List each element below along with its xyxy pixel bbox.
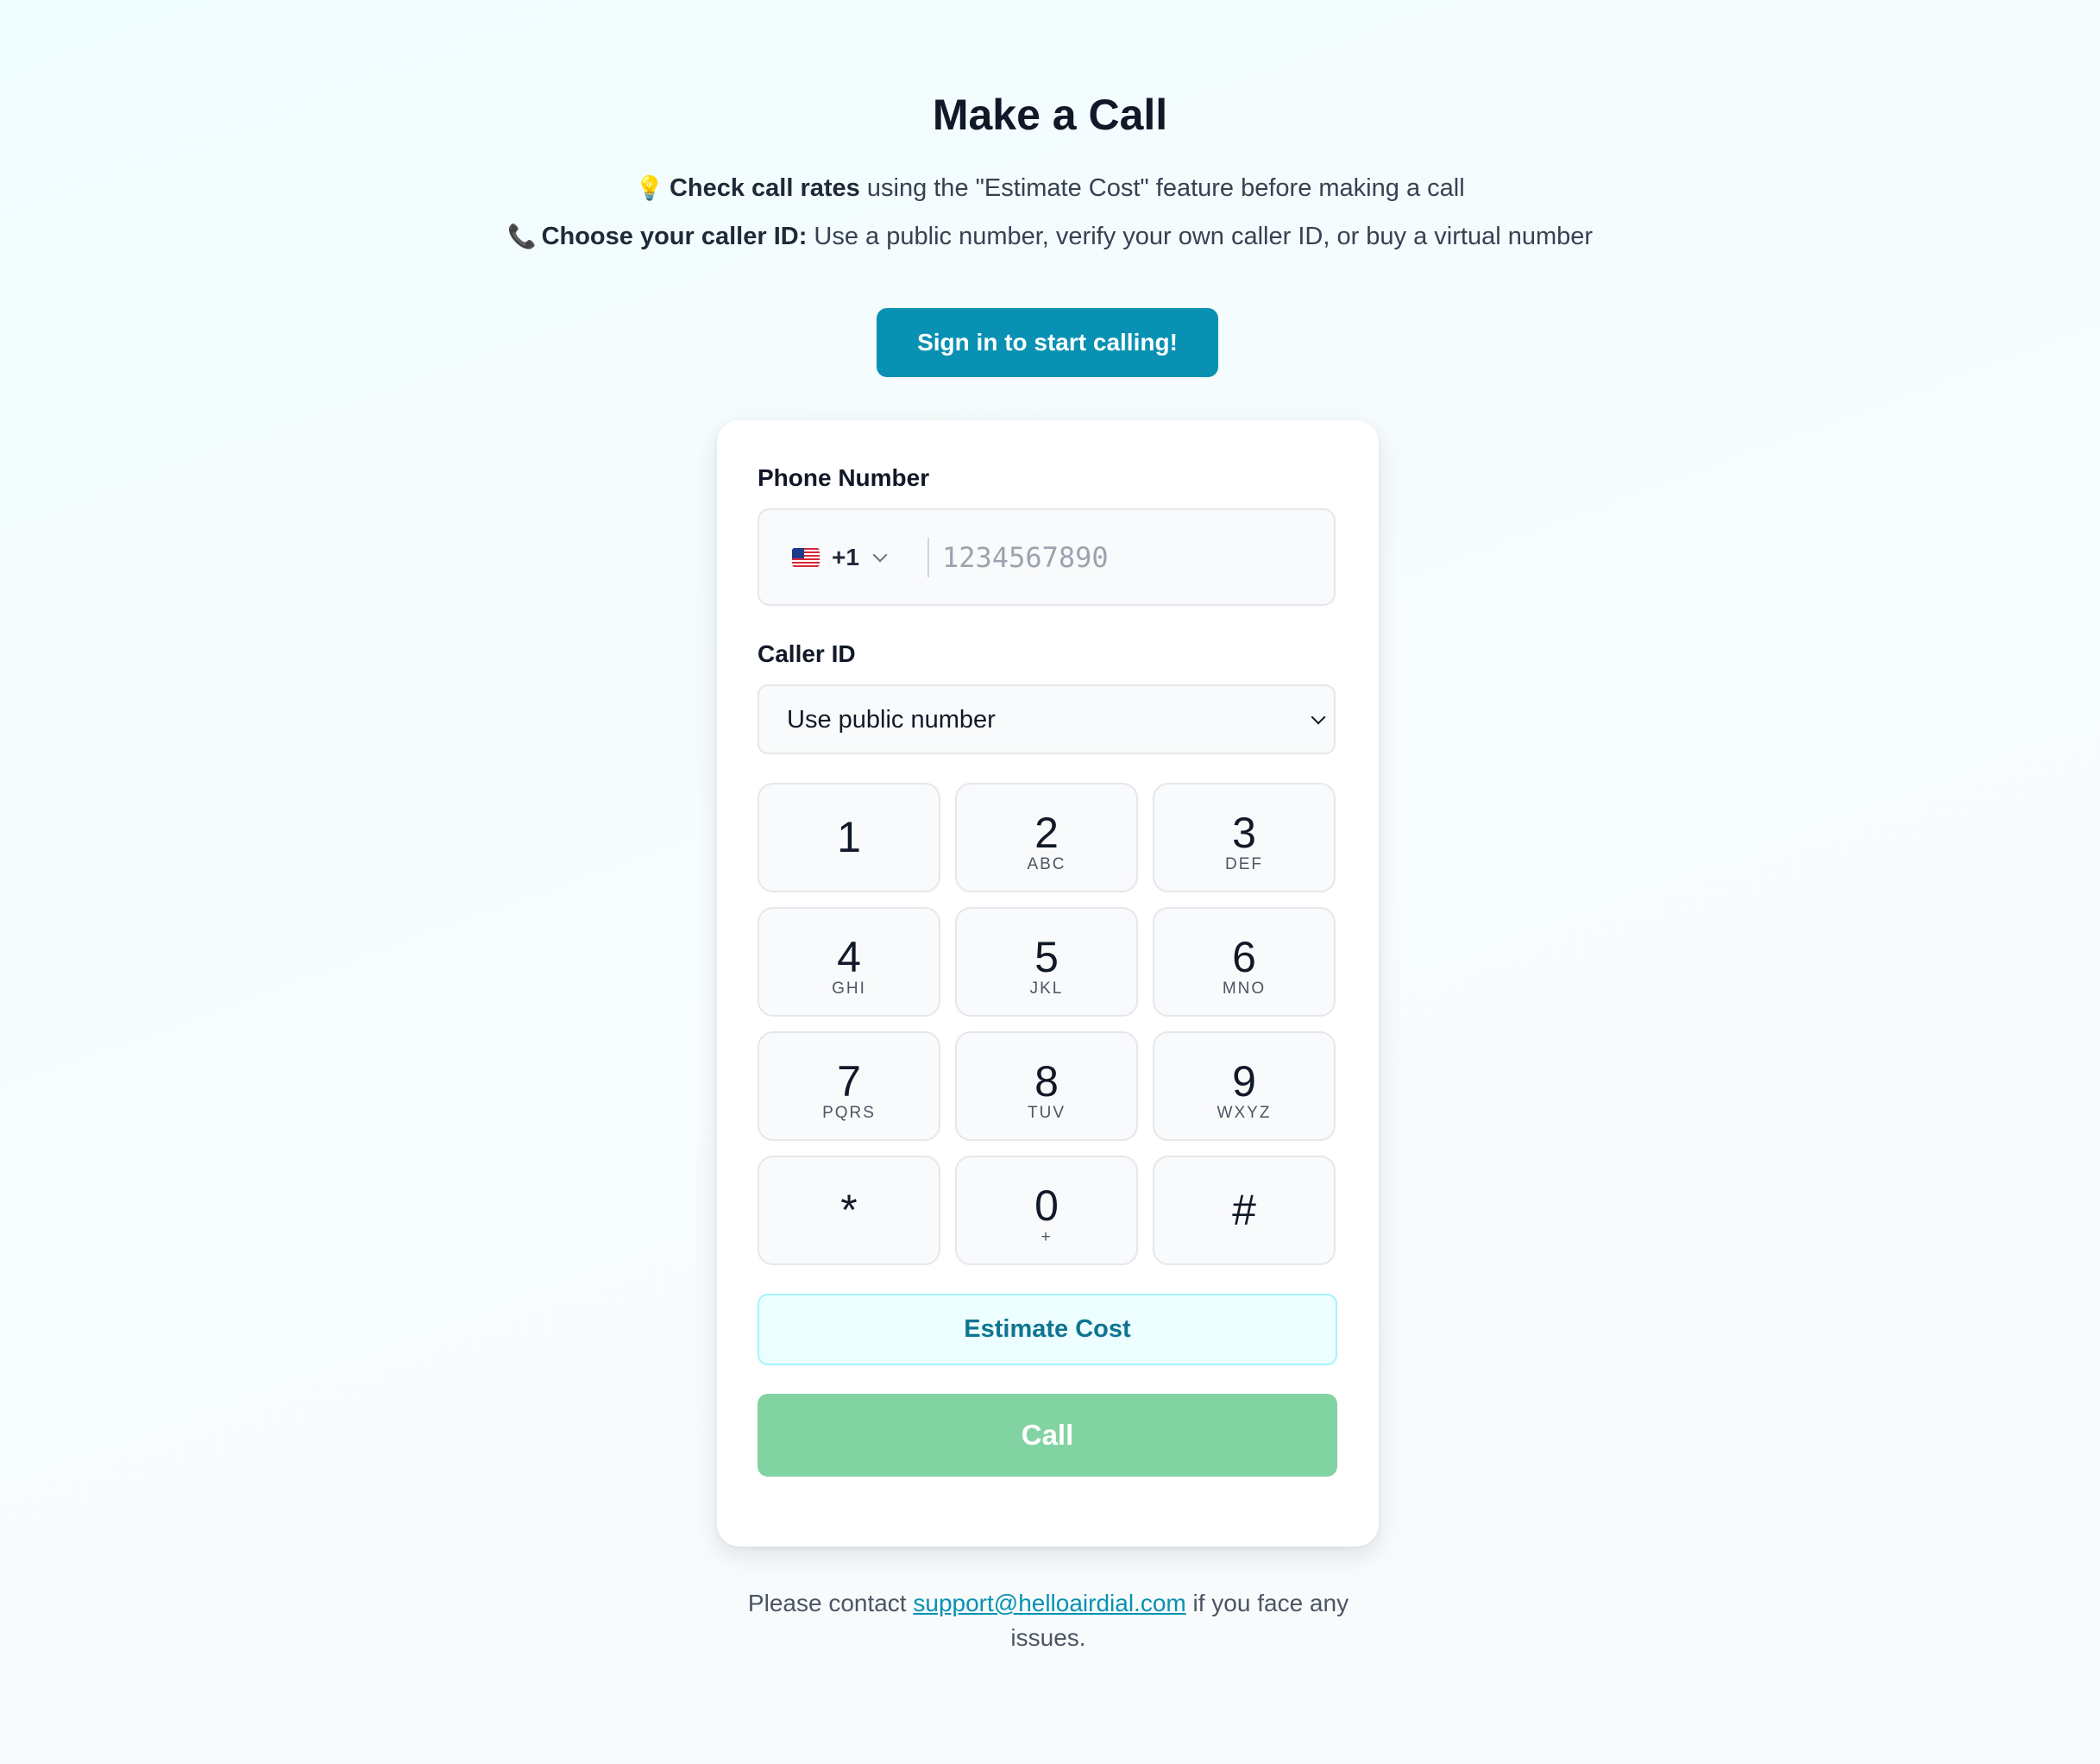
sign-in-button[interactable]: Sign in to start calling! bbox=[877, 308, 1218, 377]
keypad-key-8[interactable]: 8 TUV bbox=[955, 1031, 1138, 1141]
phone-field-divider bbox=[927, 538, 929, 577]
tip-text: Use a public number, verify your own cal… bbox=[807, 223, 1594, 250]
page-title: Make a Call bbox=[932, 91, 1168, 139]
key-letters: DEF bbox=[1225, 855, 1263, 873]
chevron-down-icon bbox=[1311, 709, 1326, 725]
key-digit: 7 bbox=[837, 1057, 861, 1106]
key-digit: # bbox=[1232, 1186, 1256, 1234]
key-digit: 5 bbox=[1034, 933, 1059, 981]
country-code-select[interactable]: +1 bbox=[792, 536, 888, 579]
chevron-down-icon bbox=[872, 547, 888, 563]
keypad-key-4[interactable]: 4 GHI bbox=[758, 907, 940, 1017]
key-digit: 6 bbox=[1232, 933, 1256, 981]
keypad-key-1[interactable]: 1 bbox=[758, 783, 940, 892]
make-call-page: Make a Call 💡 Check call rates using the … bbox=[0, 0, 2100, 1764]
key-letters: WXYZ bbox=[1217, 1104, 1272, 1122]
keypad-key-7[interactable]: 7 PQRS bbox=[758, 1031, 940, 1141]
key-digit: * bbox=[840, 1186, 858, 1234]
tip-caller-id: 📞 Choose your caller ID: Use a public num… bbox=[0, 219, 2100, 254]
tip-check-rates: 💡 Check call rates using the "Estimate Co… bbox=[0, 171, 2100, 205]
keypad-key-0[interactable]: 0 + bbox=[955, 1156, 1138, 1265]
support-footer: Please contact support@helloairdial.com … bbox=[716, 1586, 1380, 1655]
key-letters: ABC bbox=[1027, 855, 1066, 873]
key-digit: 2 bbox=[1034, 809, 1059, 857]
key-letters: GHI bbox=[832, 980, 866, 998]
phone-number-label: Phone Number bbox=[758, 464, 930, 491]
tip-bold-text: Check call rates bbox=[669, 174, 860, 202]
tip-text: using the "Estimate Cost" feature before… bbox=[859, 174, 1465, 202]
caller-id-label: Caller ID bbox=[758, 640, 856, 667]
key-digit: 4 bbox=[837, 933, 861, 981]
call-button[interactable]: Call bbox=[758, 1394, 1337, 1477]
dialer-card: Phone Number +1 Caller ID Use public num… bbox=[717, 420, 1379, 1547]
us-flag-icon bbox=[792, 548, 820, 567]
phone-number-field: +1 bbox=[758, 508, 1336, 606]
phone-receiver-icon: 📞 bbox=[506, 224, 537, 249]
phone-number-input[interactable] bbox=[942, 532, 1313, 583]
keypad-key-9[interactable]: 9 WXYZ bbox=[1153, 1031, 1336, 1141]
tip-bold-text: Choose your caller ID: bbox=[541, 223, 808, 250]
keypad-key-hash[interactable]: # bbox=[1153, 1156, 1336, 1265]
key-digit: 8 bbox=[1034, 1057, 1059, 1106]
key-digit: 9 bbox=[1232, 1057, 1256, 1106]
key-letters: PQRS bbox=[822, 1104, 876, 1122]
caller-id-select[interactable]: Use public number bbox=[758, 684, 1336, 754]
keypad-key-2[interactable]: 2 ABC bbox=[955, 783, 1138, 892]
keypad-key-star[interactable]: * bbox=[758, 1156, 940, 1265]
key-letters: JKL bbox=[1029, 980, 1064, 998]
key-letters: TUV bbox=[1028, 1104, 1066, 1122]
key-digit: 3 bbox=[1232, 809, 1256, 857]
estimate-cost-button[interactable]: Estimate Cost bbox=[758, 1294, 1337, 1365]
key-digit: 1 bbox=[837, 813, 861, 861]
support-email-link[interactable]: support@helloairdial.com bbox=[913, 1590, 1185, 1616]
keypad-key-3[interactable]: 3 DEF bbox=[1153, 783, 1336, 892]
lightbulb-icon: 💡 bbox=[635, 175, 664, 201]
keypad-key-5[interactable]: 5 JKL bbox=[955, 907, 1138, 1017]
footer-text: Please contact bbox=[747, 1590, 914, 1616]
keypad-key-6[interactable]: 6 MNO bbox=[1153, 907, 1336, 1017]
key-letters: MNO bbox=[1222, 980, 1267, 998]
country-code-value: +1 bbox=[832, 544, 859, 570]
key-digit: 0 bbox=[1034, 1181, 1059, 1230]
caller-id-value: Use public number bbox=[787, 706, 996, 734]
key-letters: + bbox=[1041, 1228, 1053, 1246]
